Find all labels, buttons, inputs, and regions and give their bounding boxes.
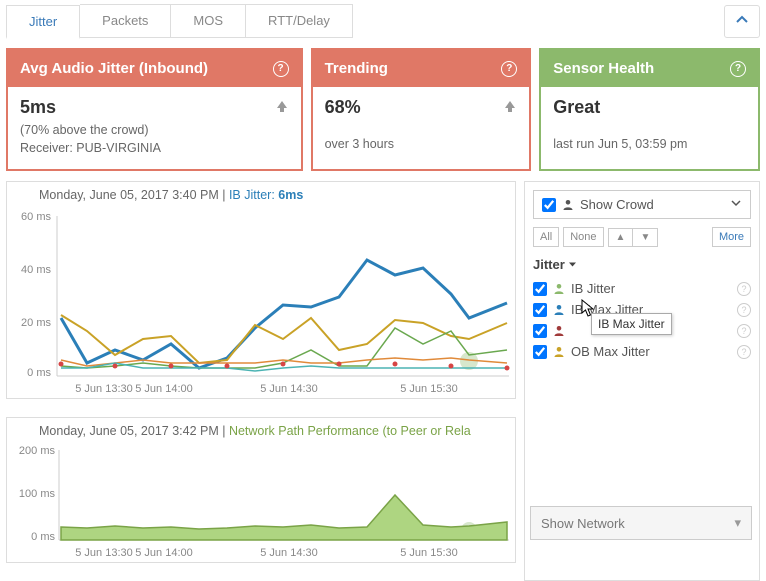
chart1-timestamp: Monday, June 05, 2017 3:40 PM |: [39, 188, 229, 202]
jitter-sub1: (70% above the crowd): [20, 122, 289, 140]
jitter-sub2: Receiver: PUB-VIRGINIA: [20, 140, 289, 158]
trending-value: 68%: [325, 97, 518, 118]
legend-checkbox[interactable]: [533, 303, 547, 317]
more-button[interactable]: More: [712, 227, 751, 247]
person-icon: [553, 283, 565, 295]
legend-label: OB Max Jitter: [571, 344, 650, 359]
legend-label: IB Jitter: [571, 281, 615, 296]
show-crowd-checkbox[interactable]: [542, 198, 556, 212]
network-chart: Monday, June 05, 2017 3:42 PM | Network …: [6, 417, 516, 563]
svg-text:5 Jun 13:30: 5 Jun 13:30: [75, 383, 133, 395]
tab-jitter[interactable]: Jitter: [6, 5, 80, 39]
chevron-up-icon: [736, 14, 748, 26]
svg-text:5 Jun 13:30: 5 Jun 13:30: [75, 547, 133, 559]
svg-text:5 Jun 15:30: 5 Jun 15:30: [400, 547, 458, 559]
show-crowd-dropdown[interactable]: Show Crowd: [533, 190, 751, 219]
svg-text:0 ms: 0 ms: [31, 531, 55, 543]
sensor-sub: last run Jun 5, 03:59 pm: [553, 136, 746, 154]
legend-checkbox[interactable]: [533, 324, 547, 338]
jitter-value: 5ms: [20, 97, 289, 118]
help-icon[interactable]: ?: [737, 303, 751, 317]
help-icon[interactable]: ?: [730, 61, 746, 77]
tab-rtt[interactable]: RTT/Delay: [246, 4, 353, 38]
card-trending: Trending ? 68% over 3 hours: [311, 48, 532, 171]
trend-up-icon: [503, 99, 517, 116]
svg-text:20 ms: 20 ms: [21, 317, 51, 329]
chevron-down-icon: ▾: [734, 515, 741, 531]
nav-arrows: ▲ ▼: [608, 228, 659, 247]
svg-text:5 Jun 14:30: 5 Jun 14:30: [260, 383, 318, 395]
legend-checkbox[interactable]: [533, 282, 547, 296]
help-icon[interactable]: ?: [737, 345, 751, 359]
person-icon: [553, 346, 565, 358]
person-icon: [553, 304, 565, 316]
chart2-timestamp: Monday, June 05, 2017 3:42 PM |: [39, 424, 229, 438]
card-title: Sensor Health: [553, 60, 654, 77]
chart1-series-label: IB Jitter:: [229, 188, 275, 202]
card-title: Trending: [325, 60, 388, 77]
chart2-svg[interactable]: 200 ms 100 ms 0 ms 5 Jun 13:30 5 Jun 14:…: [9, 442, 514, 560]
help-icon[interactable]: ?: [273, 61, 289, 77]
arrow-up-button[interactable]: ▲: [609, 229, 633, 246]
chart2-series-label: Network Path Performance (to Peer or Rel…: [229, 424, 471, 438]
legend-item-ib-max-jitter[interactable]: IB Max Jitter ? IB Max Jitter: [533, 299, 751, 320]
show-network-label: Show Network: [541, 516, 625, 531]
svg-text:40 ms: 40 ms: [21, 264, 51, 276]
person-icon: [553, 325, 565, 337]
trend-up-icon: [275, 99, 289, 116]
svg-text:60 ms: 60 ms: [21, 211, 51, 223]
tab-packets[interactable]: Packets: [80, 4, 171, 38]
help-icon[interactable]: ?: [737, 282, 751, 296]
chart1-series-value: 6ms: [278, 188, 303, 202]
jitter-chart: Monday, June 05, 2017 3:40 PM | IB Jitte…: [6, 181, 516, 399]
tooltip: IB Max Jitter: [591, 313, 672, 335]
svg-text:100 ms: 100 ms: [19, 488, 56, 500]
svg-text:0 ms: 0 ms: [27, 367, 51, 379]
tabs-bar: Jitter Packets MOS RTT/Delay: [6, 4, 353, 38]
select-none-button[interactable]: None: [563, 227, 603, 247]
chevron-down-icon: [730, 197, 742, 212]
svg-text:5 Jun 14:30: 5 Jun 14:30: [260, 547, 318, 559]
help-icon[interactable]: ?: [737, 324, 751, 338]
tab-mos[interactable]: MOS: [171, 4, 246, 38]
arrow-down-button[interactable]: ▼: [632, 229, 657, 246]
chevron-down-icon: [568, 260, 577, 269]
sensor-value: Great: [553, 97, 746, 118]
person-icon: [562, 199, 574, 211]
legend-item-ib-jitter[interactable]: IB Jitter ?: [533, 278, 751, 299]
show-network-dropdown[interactable]: Show Network ▾: [530, 506, 752, 540]
card-avg-jitter: Avg Audio Jitter (Inbound) ? 5ms (70% ab…: [6, 48, 303, 171]
cursor-icon: [581, 299, 597, 322]
show-crowd-label: Show Crowd: [580, 197, 654, 212]
collapse-button[interactable]: [724, 5, 760, 38]
legend-section-title[interactable]: Jitter: [533, 257, 577, 272]
help-icon[interactable]: ?: [501, 61, 517, 77]
svg-text:200 ms: 200 ms: [19, 445, 56, 457]
svg-text:5 Jun 14:00: 5 Jun 14:00: [135, 547, 193, 559]
card-title: Avg Audio Jitter (Inbound): [20, 60, 208, 77]
chart1-svg[interactable]: 60 ms 40 ms 20 ms 0 ms 5 Jun 13:30 5 Jun…: [9, 206, 514, 396]
card-sensor-health: Sensor Health ? Great last run Jun 5, 03…: [539, 48, 760, 171]
legend-item-ob-max-jitter[interactable]: OB Max Jitter ?: [533, 341, 751, 362]
trending-sub: over 3 hours: [325, 136, 518, 154]
legend-checkbox[interactable]: [533, 345, 547, 359]
select-all-button[interactable]: All: [533, 227, 559, 247]
svg-text:5 Jun 14:00: 5 Jun 14:00: [135, 383, 193, 395]
svg-text:5 Jun 15:30: 5 Jun 15:30: [400, 383, 458, 395]
